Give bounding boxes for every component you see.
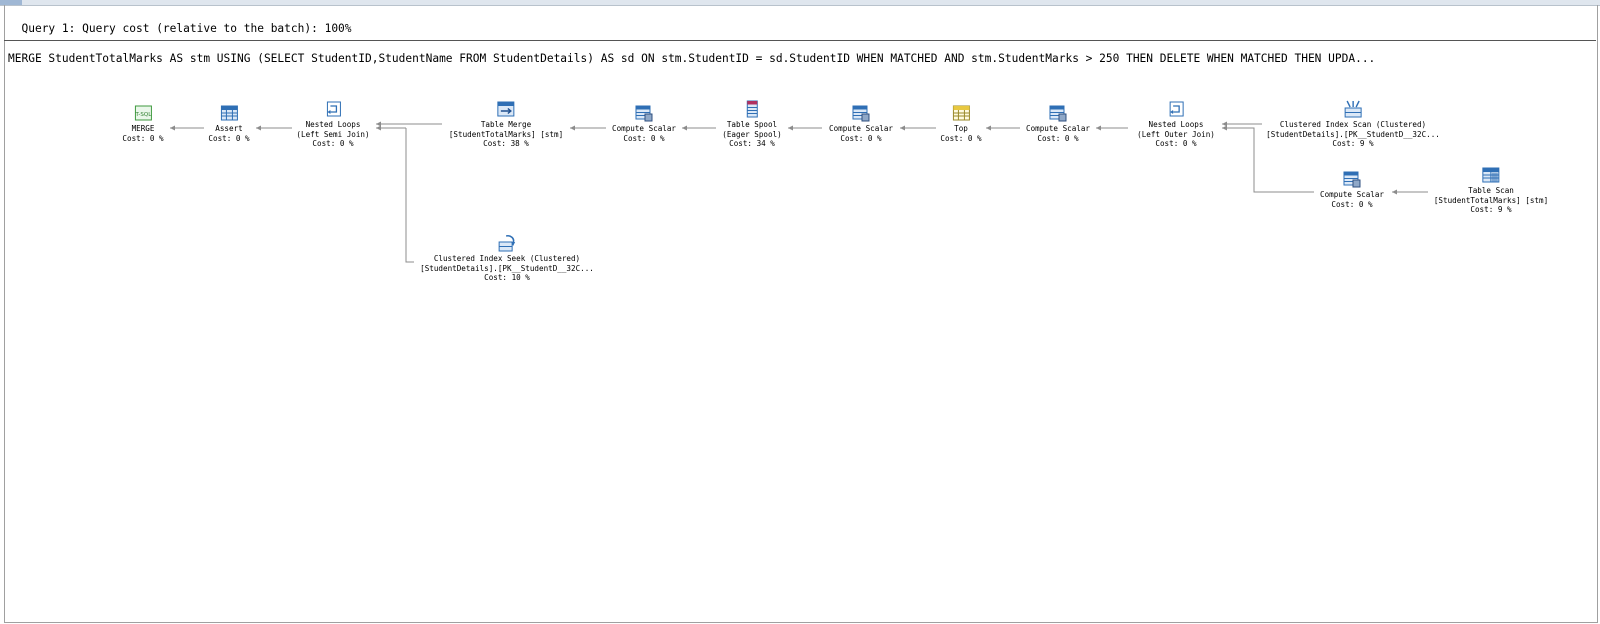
operator-clustered-index-seek[interactable]: Clustered Index Seek (Clustered) [Studen… <box>420 234 594 283</box>
compute-scalar-icon <box>852 105 870 122</box>
operator-compute-scalar-2[interactable]: Compute Scalar Cost: 0 % <box>829 104 893 143</box>
operator-assert[interactable]: Assert Cost: 0 % <box>208 104 250 143</box>
operator-name: Clustered Index Scan (Clustered) <box>1279 120 1427 129</box>
operator-name: Top <box>954 124 968 133</box>
operator-cost: Cost: 0 % <box>840 133 882 143</box>
operator-compute-scalar-3[interactable]: Compute Scalar Cost: 0 % <box>1026 104 1090 143</box>
plan-canvas: T-SQL MERGE Cost: 0 % Assert Cost: 0 % N… <box>0 0 1600 624</box>
operator-detail: [StudentTotalMarks] [stm] <box>448 129 564 139</box>
top-icon <box>952 105 970 121</box>
operator-name: Table Spool <box>726 120 778 129</box>
operator-cost: Cost: 34 % <box>729 139 775 148</box>
operator-name: Nested Loops <box>305 120 361 129</box>
operator-name: Table Scan <box>1468 186 1514 195</box>
operator-cost: Cost: 0 % <box>623 133 665 143</box>
operator-detail: [StudentDetails].[PK__StudentD__32C... <box>420 263 594 273</box>
operator-top[interactable]: Top Cost: 0 % <box>940 104 982 143</box>
table-merge-icon <box>497 101 515 117</box>
operator-clustered-index-scan[interactable]: Clustered Index Scan (Clustered) [Studen… <box>1266 100 1440 149</box>
nested-loops-icon <box>326 101 341 117</box>
operator-detail: [StudentTotalMarks] [stm] <box>1433 195 1549 205</box>
table-scan-icon <box>1482 167 1500 183</box>
arrow-index-seek-to-nested-loops <box>405 128 414 263</box>
compute-scalar-icon <box>1049 105 1067 122</box>
operator-cost: Cost: 9 % <box>1470 205 1512 214</box>
tsql-icon: T-SQL <box>134 105 152 121</box>
operator-compute-scalar-4[interactable]: Compute Scalar Cost: 0 % <box>1320 170 1384 209</box>
operator-detail: (Left Semi Join) <box>296 129 370 139</box>
operator-name: Nested Loops <box>1148 120 1204 129</box>
operator-name: Compute Scalar <box>1319 190 1385 199</box>
operator-cost: Cost: 0 % <box>940 133 982 143</box>
operator-table-scan[interactable]: Table Scan [StudentTotalMarks] [stm] Cos… <box>1434 166 1548 215</box>
operator-detail: (Eager Spool) <box>722 129 782 139</box>
operator-name: Clustered Index Seek (Clustered) <box>433 254 581 263</box>
operator-cost: Cost: 0 % <box>312 139 354 148</box>
operator-cost: Cost: 0 % <box>208 133 250 143</box>
operator-nested-loops-semi[interactable]: Nested Loops (Left Semi Join) Cost: 0 % <box>296 100 370 149</box>
operator-name: Compute Scalar <box>611 124 677 133</box>
operator-name: Assert <box>215 124 243 133</box>
plan-arrows <box>170 121 1428 263</box>
operator-name: MERGE <box>131 124 155 133</box>
operator-cost: Cost: 0 % <box>1037 133 1079 143</box>
operator-nested-loops-outer[interactable]: Nested Loops (Left Outer Join) Cost: 0 % <box>1137 100 1215 149</box>
svg-text:T-SQL: T-SQL <box>134 112 152 118</box>
compute-scalar-icon <box>1343 171 1361 188</box>
operator-name: Compute Scalar <box>828 124 894 133</box>
operator-detail: [StudentDetails].[PK__StudentD__32C... <box>1266 129 1440 139</box>
operator-name: Compute Scalar <box>1025 124 1091 133</box>
compute-scalar-icon <box>635 105 653 122</box>
operator-name: Table Merge <box>480 120 532 129</box>
operator-cost: Cost: 0 % <box>1331 199 1373 209</box>
operator-cost: Cost: 0 % <box>122 133 164 143</box>
operator-merge[interactable]: T-SQL MERGE Cost: 0 % <box>122 104 164 143</box>
operator-cost: Cost: 0 % <box>1155 139 1197 148</box>
operator-cost: Cost: 10 % <box>484 273 530 282</box>
clustered-index-scan-icon <box>1344 100 1362 118</box>
clustered-index-seek-icon <box>498 235 515 252</box>
operator-table-spool[interactable]: Table Spool (Eager Spool) Cost: 34 % <box>722 100 782 149</box>
operator-detail: (Left Outer Join) <box>1137 129 1215 139</box>
table-spool-icon <box>746 100 758 118</box>
assert-icon <box>220 105 238 121</box>
nested-loops-icon <box>1169 101 1184 117</box>
operator-cost: Cost: 38 % <box>483 139 529 148</box>
operator-cost: Cost: 9 % <box>1332 139 1374 148</box>
operator-compute-scalar-1[interactable]: Compute Scalar Cost: 0 % <box>612 104 676 143</box>
operator-table-merge[interactable]: Table Merge [StudentTotalMarks] [stm] Co… <box>449 100 563 149</box>
